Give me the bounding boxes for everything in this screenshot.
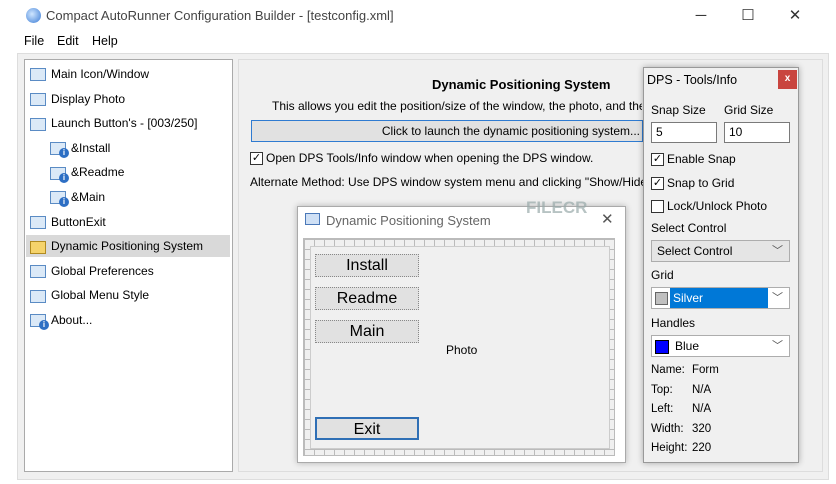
menu-file[interactable]: File xyxy=(24,34,44,48)
select-control-label: Select Control xyxy=(651,221,727,235)
tree-item-label: ButtonExit xyxy=(51,214,106,229)
tree-item-label: About... xyxy=(51,313,93,327)
info-label: Top: xyxy=(651,383,673,396)
grid-size-label: Grid Size xyxy=(724,103,774,117)
grid-size-input[interactable]: 10 xyxy=(724,122,790,143)
tree-item-label: Main Icon/Window xyxy=(51,67,150,81)
info-label: Width: xyxy=(651,422,684,435)
snap-size-input[interactable]: 5 xyxy=(651,122,717,143)
enable-snap-label: Enable Snap xyxy=(667,152,736,166)
tree-item-icon: i xyxy=(30,314,49,331)
info-value: N/A xyxy=(692,383,712,396)
tree-item-icon xyxy=(30,265,46,279)
tree-item-icon: i xyxy=(50,166,69,183)
snap-to-grid-checkbox[interactable]: ✓ Snap to Grid xyxy=(651,176,735,191)
maximize-button[interactable]: ☐ xyxy=(733,4,763,28)
tree-item-icon: i xyxy=(50,142,69,159)
preview-readme-button[interactable]: Readme xyxy=(315,287,419,310)
tree-item[interactable]: Dynamic Positioning System xyxy=(26,235,230,258)
lock-photo-checkbox[interactable]: Lock/Unlock Photo xyxy=(651,199,768,214)
handles-color-dropdown[interactable]: Blue ﹀ xyxy=(651,335,790,357)
close-button[interactable]: ✕ xyxy=(780,4,810,28)
chevron-down-icon: ﹀ xyxy=(772,340,783,352)
preview-photo[interactable]: Photo xyxy=(446,343,477,357)
select-control-value: Select Control xyxy=(657,244,733,258)
tree-item[interactable]: Launch Button's - [003/250] xyxy=(30,112,197,134)
alternate-method-text: Alternate Method: Use DPS window system … xyxy=(250,175,643,189)
tools-title: DPS - Tools/Info xyxy=(647,73,738,87)
lock-photo-label: Lock/Unlock Photo xyxy=(667,199,768,213)
menu-help[interactable]: Help xyxy=(92,34,118,48)
tree-item[interactable]: i &Main xyxy=(50,186,105,208)
tree-item[interactable]: i &Readme xyxy=(50,161,124,183)
chevron-down-icon: ﹀ xyxy=(772,245,783,257)
preview-exit-button[interactable]: Exit xyxy=(315,417,419,440)
info-label: Height: xyxy=(651,442,688,454)
preview-install-button[interactable]: Install xyxy=(315,254,419,277)
grid-color-dropdown[interactable]: Silver ﹀ xyxy=(651,287,790,309)
tree-item-icon: i xyxy=(50,191,69,208)
tools-close-button[interactable]: x xyxy=(778,70,797,89)
dps-window-icon xyxy=(305,213,320,225)
tree-item-label: &Main xyxy=(71,190,106,204)
tree-item-label: &Install xyxy=(71,140,111,155)
tree-item[interactable]: i &Install xyxy=(50,137,110,159)
tree-item-icon xyxy=(30,117,46,131)
tree-item-icon xyxy=(30,92,46,106)
preview-main-button[interactable]: Main xyxy=(315,320,419,343)
checkbox-checked-icon: ✓ xyxy=(250,152,263,166)
handles-label: Handles xyxy=(651,316,696,330)
tree-item-label: Global Menu Style xyxy=(51,288,150,303)
info-value: 320 xyxy=(692,422,712,435)
tree-item-icon xyxy=(30,215,46,229)
tree-item-label: Display Photo xyxy=(51,91,126,106)
snap-to-grid-label: Snap to Grid xyxy=(667,176,735,190)
tree-item[interactable]: Main Icon/Window xyxy=(30,63,149,85)
tree-item-label: Global Preferences xyxy=(51,263,154,278)
tree-item-label: Dynamic Positioning System xyxy=(51,239,204,254)
app-icon xyxy=(26,8,41,23)
checkbox-checked-icon: ✓ xyxy=(651,153,664,167)
tree-item[interactable]: Global Preferences xyxy=(30,260,154,282)
info-value: N/A xyxy=(692,403,712,415)
tree-item[interactable]: Global Menu Style xyxy=(30,284,149,306)
checkbox-checked-icon: ✓ xyxy=(651,177,664,191)
select-control-dropdown[interactable]: Select Control ﹀ xyxy=(651,240,790,262)
navigation-tree[interactable]: Main Icon/Window Display Photo Launch Butt… xyxy=(24,59,233,472)
watermark: FILECR xyxy=(526,198,588,217)
tree-item-icon xyxy=(30,68,46,82)
tree-item-icon xyxy=(30,240,46,254)
info-label: Name: xyxy=(651,364,685,376)
tree-item[interactable]: i About... xyxy=(30,309,92,331)
tree-item-label: Launch Button's - [003/250] xyxy=(51,116,198,131)
open-tools-checkbox[interactable]: ✓ Open DPS Tools/Info window when opening… xyxy=(250,151,594,166)
tree-item[interactable]: Display Photo xyxy=(30,88,125,110)
enable-snap-checkbox[interactable]: ✓ Enable Snap xyxy=(651,152,736,167)
minimize-button[interactable]: ─ xyxy=(686,4,716,28)
window-title: Compact AutoRunner Configuration Builder… xyxy=(46,8,394,23)
grid-label: Grid xyxy=(651,268,674,282)
tree-item[interactable]: ButtonExit xyxy=(30,211,106,233)
info-value: 220 xyxy=(692,442,712,454)
dps-close-button[interactable]: ✕ xyxy=(601,210,614,228)
chevron-down-icon: ﹀ xyxy=(772,292,783,304)
open-tools-label: Open DPS Tools/Info window when opening … xyxy=(266,151,594,165)
launch-dps-button[interactable]: Click to launch the dynamic positioning … xyxy=(251,120,643,142)
snap-size-label: Snap Size xyxy=(651,103,706,117)
dps-window-title: Dynamic Positioning System xyxy=(326,213,491,228)
section-description: This allows you edit the position/size o… xyxy=(272,99,642,113)
checkbox-unchecked-icon xyxy=(651,200,664,214)
handles-color-value: Blue xyxy=(675,339,700,353)
menu-edit[interactable]: Edit xyxy=(57,34,79,48)
tree-item-label: &Readme xyxy=(71,165,125,180)
info-value: Form xyxy=(692,364,719,376)
grid-color-swatch xyxy=(655,292,668,306)
section-heading: Dynamic Positioning System xyxy=(432,77,611,92)
tree-item-icon xyxy=(30,289,46,303)
grid-color-value: Silver xyxy=(670,288,768,308)
handles-color-swatch xyxy=(655,339,669,354)
info-label: Left: xyxy=(651,403,674,415)
